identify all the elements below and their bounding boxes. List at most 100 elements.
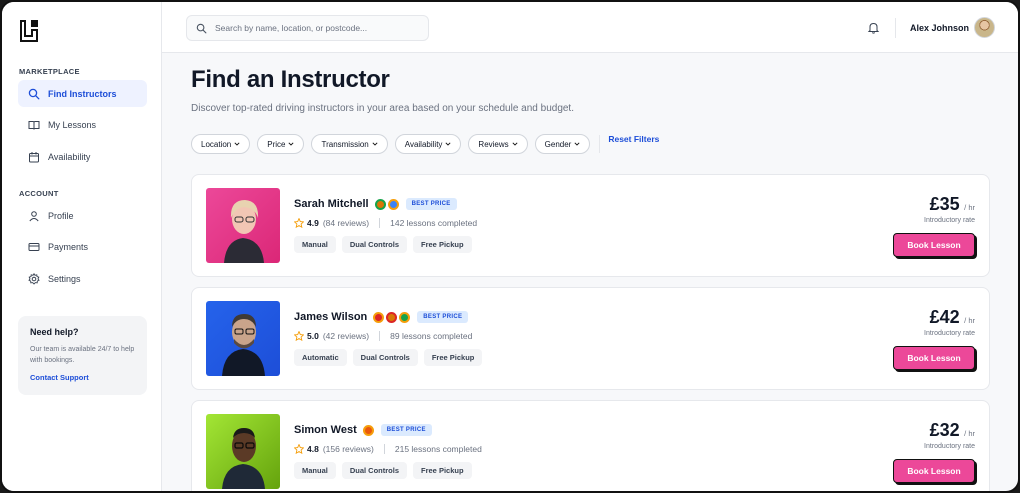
rating-value: 4.9: [307, 218, 319, 228]
tag: Automatic: [294, 349, 347, 366]
name-row: James Wilson BEST PRICE: [294, 311, 469, 323]
name-row: Simon West BEST PRICE: [294, 424, 432, 436]
help-card: Need help? Our team is available 24/7 to…: [18, 316, 147, 395]
section-marketplace: MARKETPLACE: [19, 67, 80, 76]
instructor-name[interactable]: Sarah Mitchell: [294, 198, 369, 210]
instructor-photo[interactable]: [206, 301, 280, 376]
sidebar-item-availability[interactable]: Availability: [18, 143, 147, 170]
search-box[interactable]: [186, 15, 429, 41]
instructor-photo[interactable]: [206, 414, 280, 489]
sidebar: MARKETPLACE Find Instructors My Lessons …: [2, 2, 162, 491]
rating-row: 4.8 (156 reviews) 215 lessons completed: [294, 444, 482, 454]
page-title: Find an Instructor: [191, 66, 390, 93]
page-subtitle: Discover top-rated driving instructors i…: [191, 103, 574, 114]
lessons-completed: 215 lessons completed: [394, 444, 482, 454]
bell-icon[interactable]: [867, 21, 880, 34]
tag: Manual: [294, 236, 336, 253]
tag: Dual Controls: [341, 462, 408, 479]
chevron-down-icon: [512, 142, 518, 146]
filter-location[interactable]: Location: [191, 134, 251, 154]
price-unit: / hr: [964, 316, 975, 325]
filter-label: Availability: [404, 139, 443, 149]
award-badge-icon: [399, 311, 411, 323]
price: £42 / hr: [930, 307, 975, 328]
book-lesson-button[interactable]: Book Lesson: [893, 346, 975, 370]
review-count[interactable]: (156 reviews): [323, 444, 374, 454]
tag: Free Pickup: [413, 462, 472, 479]
book-icon: [28, 119, 40, 131]
rating-divider: [379, 331, 381, 341]
reset-filters-link[interactable]: Reset Filters: [608, 134, 659, 144]
price-amount: £32: [929, 420, 960, 440]
filter-label: Price: [267, 139, 286, 149]
review-count[interactable]: (84 reviews): [323, 218, 369, 228]
avatar[interactable]: [974, 17, 995, 38]
instructor-name[interactable]: James Wilson: [294, 311, 367, 323]
chevron-down-icon: [445, 142, 451, 146]
tag: Dual Controls: [352, 349, 418, 366]
filter-label: Gender: [544, 139, 572, 149]
tag-list: Manual Dual Controls Free Pickup: [294, 462, 478, 479]
price-note: Introductory rate: [924, 443, 975, 450]
user-name[interactable]: Alex Johnson: [910, 23, 969, 33]
price: £32 / hr: [930, 420, 975, 441]
award-badge-icon: [362, 424, 374, 436]
lessons-completed: 89 lessons completed: [390, 331, 473, 341]
book-lesson-button[interactable]: Book Lesson: [893, 233, 975, 257]
gear-icon: [28, 272, 40, 285]
tag: Free Pickup: [413, 236, 472, 253]
credit-card-icon: [28, 241, 40, 253]
rating-divider: [379, 218, 381, 228]
help-title: Need help?: [30, 327, 79, 337]
user-icon: [28, 210, 40, 222]
sidebar-item-label: Availability: [48, 151, 91, 162]
rating-row: 4.9 (84 reviews) 142 lessons completed: [294, 218, 477, 228]
filter-price[interactable]: Price: [257, 134, 305, 154]
filter-label: Reviews: [478, 139, 509, 149]
filter-gender[interactable]: Gender: [534, 134, 591, 154]
sidebar-item-payments[interactable]: Payments: [18, 233, 147, 260]
rating-divider: [383, 444, 385, 454]
instructor-card: James Wilson BEST PRICE 5.0 (42 reviews)…: [191, 287, 990, 390]
filter-reviews[interactable]: Reviews: [468, 134, 528, 154]
price-amount: £42: [929, 307, 960, 327]
award-badge-icon: [386, 311, 398, 323]
star-icon: [294, 444, 304, 454]
filter-divider: [599, 135, 601, 153]
chevron-down-icon: [234, 142, 240, 146]
topbar-divider: [895, 18, 896, 38]
filter-transmission[interactable]: Transmission: [311, 134, 388, 154]
instructor-name[interactable]: Simon West: [294, 424, 357, 436]
tag: Free Pickup: [423, 349, 483, 366]
chevron-down-icon: [288, 142, 295, 146]
sidebar-item-my-lessons[interactable]: My Lessons: [18, 111, 147, 138]
review-count[interactable]: (42 reviews): [323, 331, 369, 341]
rating-value: 4.8: [307, 444, 319, 454]
contact-support-link[interactable]: Contact Support: [30, 373, 135, 382]
instructor-photo[interactable]: [206, 188, 280, 263]
price-unit: / hr: [964, 429, 975, 438]
best-price-badge: BEST PRICE: [380, 424, 432, 436]
filter-label: Location: [201, 139, 232, 149]
search-icon: [196, 23, 207, 33]
book-lesson-button[interactable]: Book Lesson: [893, 459, 975, 483]
name-row: Sarah Mitchell BEST PRICE: [294, 198, 457, 210]
app-window: MARKETPLACE Find Instructors My Lessons …: [0, 0, 1020, 493]
filter-availability[interactable]: Availability: [394, 134, 462, 154]
instructor-card: Simon West BEST PRICE 4.8 (156 reviews) …: [191, 400, 990, 491]
app-logo[interactable]: [18, 18, 40, 44]
star-icon: [294, 218, 304, 228]
search-input[interactable]: [215, 23, 415, 33]
section-account: ACCOUNT: [19, 189, 59, 198]
sidebar-item-find-instructors[interactable]: Find Instructors: [18, 80, 147, 107]
topbar: Alex Johnson: [162, 2, 1018, 53]
best-price-badge: BEST PRICE: [417, 311, 469, 323]
tag: Dual Controls: [341, 236, 408, 253]
sidebar-item-label: Find Instructors: [48, 88, 117, 99]
lessons-completed: 142 lessons completed: [390, 218, 478, 228]
tag: Manual: [294, 462, 336, 479]
chevron-down-icon: [574, 142, 580, 146]
award-badge-icon: [373, 311, 385, 323]
sidebar-item-settings[interactable]: Settings: [18, 265, 147, 292]
sidebar-item-profile[interactable]: Profile: [18, 202, 147, 229]
